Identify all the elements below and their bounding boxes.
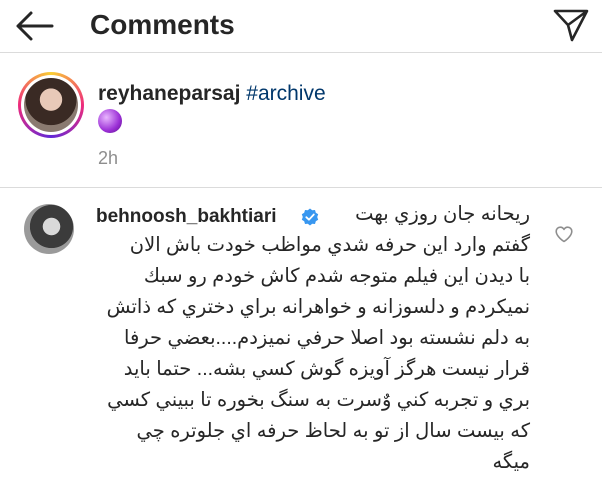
comment-text-line: كه بيست سال از تو به لحاظ حرفه اي جلوتره… — [136, 420, 530, 442]
comment-text-line: گفتم وارد اين حرفه شدي مواظب خودت باش ال… — [129, 234, 530, 256]
comment-text-line: نميكردم و دلسوزانه و خواهرانه براي دختري… — [106, 296, 530, 318]
caption-time: 2h — [98, 148, 119, 168]
profile-photo — [24, 78, 78, 132]
comment-item: behnoosh_bakhtiari ريحانه جان روزي بهت گ… — [0, 188, 602, 483]
arrow-left-icon[interactable] — [14, 10, 54, 42]
comment-text-line: با ديدن اين فيلم متوجه شدم كاش خودم رو س… — [143, 265, 530, 287]
comment-text-line: ريحانه جان روزي بهت — [355, 203, 530, 225]
crystal-ball-icon — [98, 109, 122, 133]
post-caption: reyhaneparsaj #archive 2h — [0, 52, 602, 187]
comments-header: Comments — [0, 0, 602, 53]
comment-text-line: قرار نيست هرگز آويزه گوش كسي بشه... حتما… — [123, 358, 530, 380]
comment-text-line: به دلم نشسته بود اصلا حرفي نميزدم....بعض… — [124, 327, 530, 349]
comment-text-line: ميگه — [492, 451, 530, 473]
heart-icon[interactable] — [555, 226, 573, 243]
avatar[interactable] — [18, 72, 84, 138]
comment-text-line: بري و تجربه كني وٌسرت به سنگ بخوره تا بب… — [107, 389, 530, 411]
caption-text: reyhaneparsaj #archive — [98, 82, 326, 106]
caption-hashtag[interactable]: #archive — [246, 82, 325, 105]
paper-plane-icon[interactable] — [552, 6, 590, 44]
caption-username[interactable]: reyhaneparsaj — [98, 82, 240, 105]
page-title: Comments — [90, 9, 235, 40]
